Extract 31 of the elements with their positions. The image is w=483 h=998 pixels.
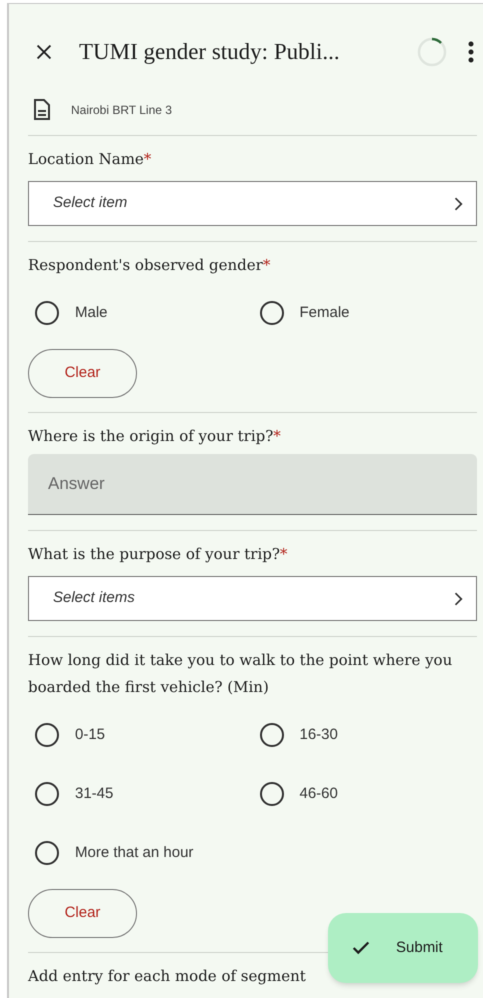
window-title: TUMI gender study: Publi... [79,38,340,66]
radio-icon [260,782,284,806]
radio-icon [260,301,284,325]
question-label: Where is the origin of your trip?* [28,426,281,447]
more-options-icon[interactable] [467,40,475,64]
submit-button[interactable]: Submit [328,913,478,983]
select-field[interactable]: Select item [28,181,477,226]
question-label: Location Name* [28,149,152,170]
radio-option[interactable]: 0-15 [28,711,252,759]
radio-icon [35,301,59,325]
radio-option[interactable]: 16-30 [252,711,477,759]
clear-button[interactable]: Clear [28,349,137,398]
radio-icon [35,723,59,747]
select-field[interactable]: Select items [28,576,477,621]
clear-button[interactable]: Clear [28,889,137,938]
radio-icon [35,782,59,806]
answer-field[interactable]: Answer [28,454,477,515]
radio-icon [35,841,59,865]
radio-icon [260,723,284,747]
question-label: What is the purpose of your trip?* [28,544,288,565]
question-label: Add entry for each mode of segment [28,966,306,987]
question-label: How long did it take you to walk to the point where you boarded the first vehicle? (Min) [28,650,454,698]
radio-option[interactable]: Male [28,289,252,337]
loading-spinner-icon [417,37,447,67]
question-label: Respondent's observed gender* [28,255,270,276]
document-icon [33,98,51,120]
form-name: Nairobi BRT Line 3 [71,102,172,118]
radio-option[interactable]: More that an hour [28,829,252,877]
radio-option[interactable]: 31-45 [28,770,252,818]
radio-option[interactable]: Female [252,289,477,337]
radio-option[interactable]: 46-60 [252,770,477,818]
